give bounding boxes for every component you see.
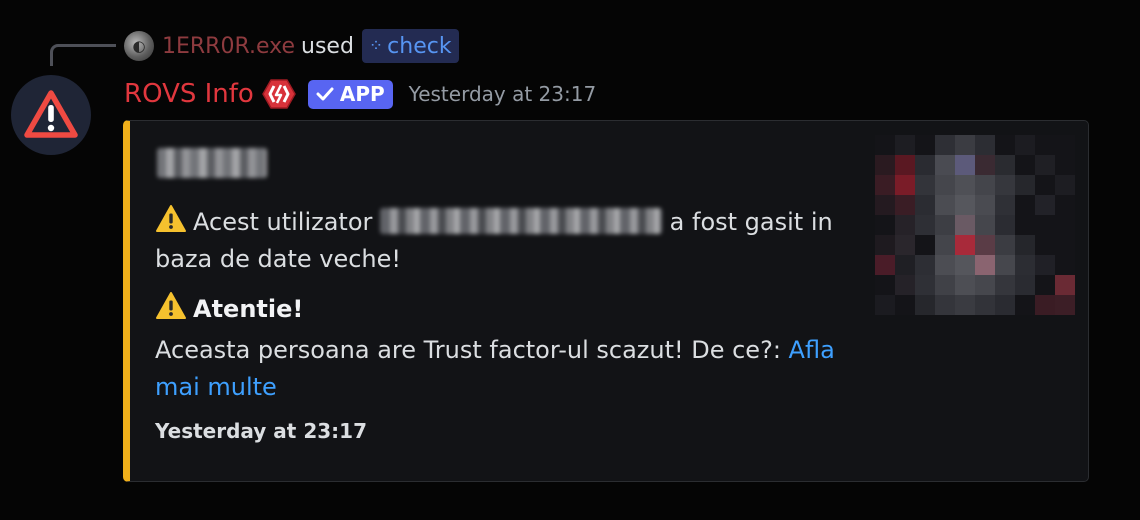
command-mention[interactable]: ⁘ check: [361, 29, 459, 63]
embed-field-title: Atentie!: [155, 291, 303, 328]
reply-username[interactable]: 1ERR0R.exe: [162, 34, 295, 59]
hexagon-bolt-icon: [261, 79, 296, 109]
embed: Acest utilizator a fost gasit in baza de…: [123, 120, 1089, 482]
app-badge-label: APP: [339, 82, 385, 106]
message-header: ROVS Info APP Yesterday at 23:17: [124, 76, 596, 112]
discord-message: ◐ 1ERR0R.exe used ⁘ check ROVS Info APP …: [0, 0, 1140, 520]
description-prefix: Acest utilizator: [193, 208, 373, 236]
message-timestamp[interactable]: Yesterday at 23:17: [409, 82, 597, 106]
redacted-username: [380, 208, 663, 234]
command-dots-icon: ⁘: [368, 36, 383, 56]
role-icon[interactable]: [261, 77, 298, 111]
warning-emoji-icon: [156, 205, 186, 232]
app-badge: APP: [307, 79, 393, 109]
reply-connector: [50, 44, 116, 66]
username[interactable]: ROVS Info: [124, 79, 254, 109]
field-title-text: Atentie!: [193, 295, 304, 323]
avatar[interactable]: [11, 75, 91, 155]
reply-used-label: used: [301, 33, 354, 59]
embed-field-value: Aceasta persoana are Trust factor-ul sca…: [155, 332, 855, 406]
warning-triangle-icon: [24, 90, 78, 138]
reply-context[interactable]: ◐ 1ERR0R.exe used ⁘ check: [124, 29, 459, 63]
embed-description: Acest utilizator a fost gasit in baza de…: [155, 204, 855, 278]
embed-thumbnail[interactable]: [875, 135, 1075, 315]
command-name: check: [387, 33, 452, 59]
field-value-text: Aceasta persoana are Trust factor-ul sca…: [155, 336, 781, 364]
warning-emoji-icon: [156, 292, 186, 319]
reply-avatar[interactable]: ◐: [124, 31, 154, 61]
embed-footer-timestamp: Yesterday at 23:17: [155, 419, 367, 443]
embed-author-redacted: [157, 148, 267, 178]
checkmark-icon: [316, 87, 334, 101]
